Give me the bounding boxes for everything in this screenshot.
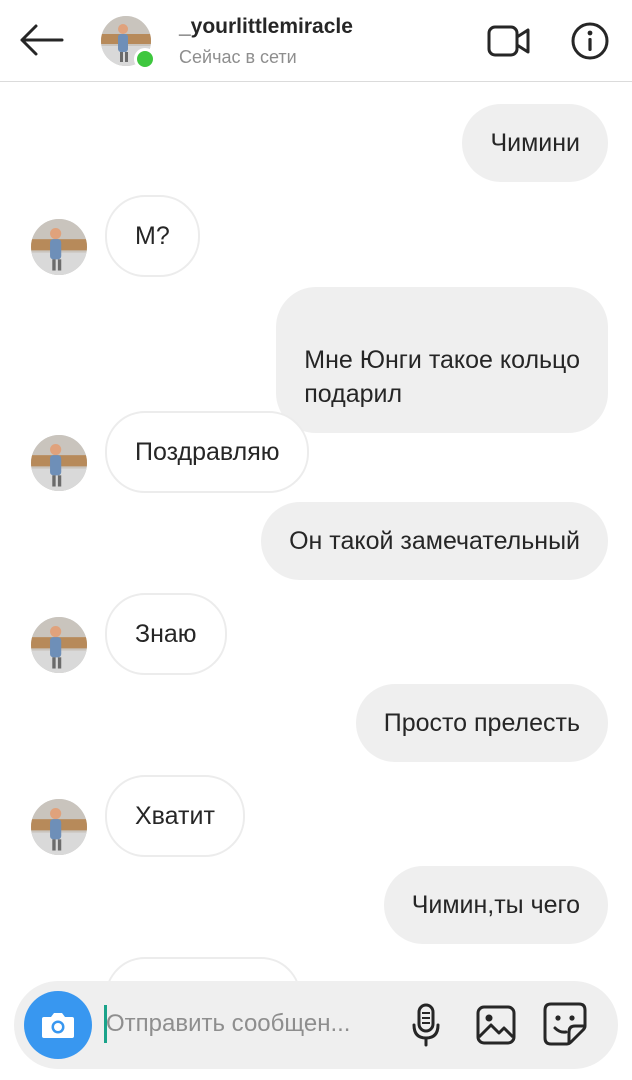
message-bubble-incoming[interactable]: Знаю (105, 593, 227, 675)
message-bubble-incoming[interactable] (105, 957, 301, 982)
message-thread[interactable]: Чимини М? Мне Юнги такое кольцо подарил … (0, 82, 632, 982)
message-bubble-outgoing[interactable]: Он такой замечательный (261, 502, 608, 580)
chat-header: _yourlittlemiracle Сейчас в сети (0, 0, 632, 82)
message-text: Хватит (135, 802, 215, 830)
online-status-dot (134, 48, 156, 70)
message-text: Поздравляю (135, 438, 280, 466)
message-text: Просто прелесть (383, 709, 580, 737)
voice-message-button[interactable] (406, 999, 446, 1051)
camera-button[interactable] (24, 991, 92, 1059)
video-camera-icon (487, 25, 530, 57)
message-bubble-outgoing[interactable]: Чимин,ты чего (383, 866, 608, 944)
profile-photo (31, 219, 87, 275)
message-text: Он такой замечательный (289, 527, 580, 555)
message-bubble-outgoing[interactable]: Чимини (462, 104, 608, 182)
sticker-icon (543, 1002, 587, 1046)
message-bubble-incoming[interactable]: Хватит (105, 775, 245, 857)
profile-photo (31, 617, 87, 673)
message-text: Знаю (135, 620, 197, 648)
arrow-left-icon (20, 24, 64, 56)
back-button[interactable] (16, 18, 66, 62)
image-icon (476, 1005, 516, 1045)
message-text: Мне Юнги такое кольцо подарил (304, 346, 580, 408)
message-bubble-outgoing[interactable]: Просто прелесть (355, 684, 608, 762)
sticker-button[interactable] (540, 999, 590, 1049)
avatar[interactable] (31, 435, 87, 491)
message-text: Чимин,ты чего (411, 891, 580, 919)
profile-photo (31, 435, 87, 491)
info-button[interactable] (566, 18, 614, 64)
message-bubble-incoming[interactable]: Поздравляю (105, 411, 310, 493)
message-bubble-outgoing[interactable]: Мне Юнги такое кольцо подарил (276, 287, 608, 433)
profile-photo (31, 799, 87, 855)
message-input[interactable] (106, 999, 398, 1049)
gallery-button[interactable] (472, 1001, 520, 1049)
avatar[interactable] (31, 617, 87, 673)
chat-username[interactable]: _yourlittlemiracle (179, 15, 353, 39)
avatar[interactable] (31, 799, 87, 855)
online-status-text: Сейчас в сети (179, 47, 297, 67)
message-text: Чимини (490, 129, 580, 157)
info-icon (571, 22, 609, 60)
camera-icon (42, 1013, 74, 1038)
video-call-button[interactable] (484, 18, 534, 64)
message-bubble-incoming[interactable]: М? (105, 195, 200, 277)
avatar[interactable] (31, 219, 87, 275)
message-composer (14, 981, 618, 1069)
message-text: М? (135, 222, 170, 250)
microphone-icon (412, 1003, 440, 1047)
